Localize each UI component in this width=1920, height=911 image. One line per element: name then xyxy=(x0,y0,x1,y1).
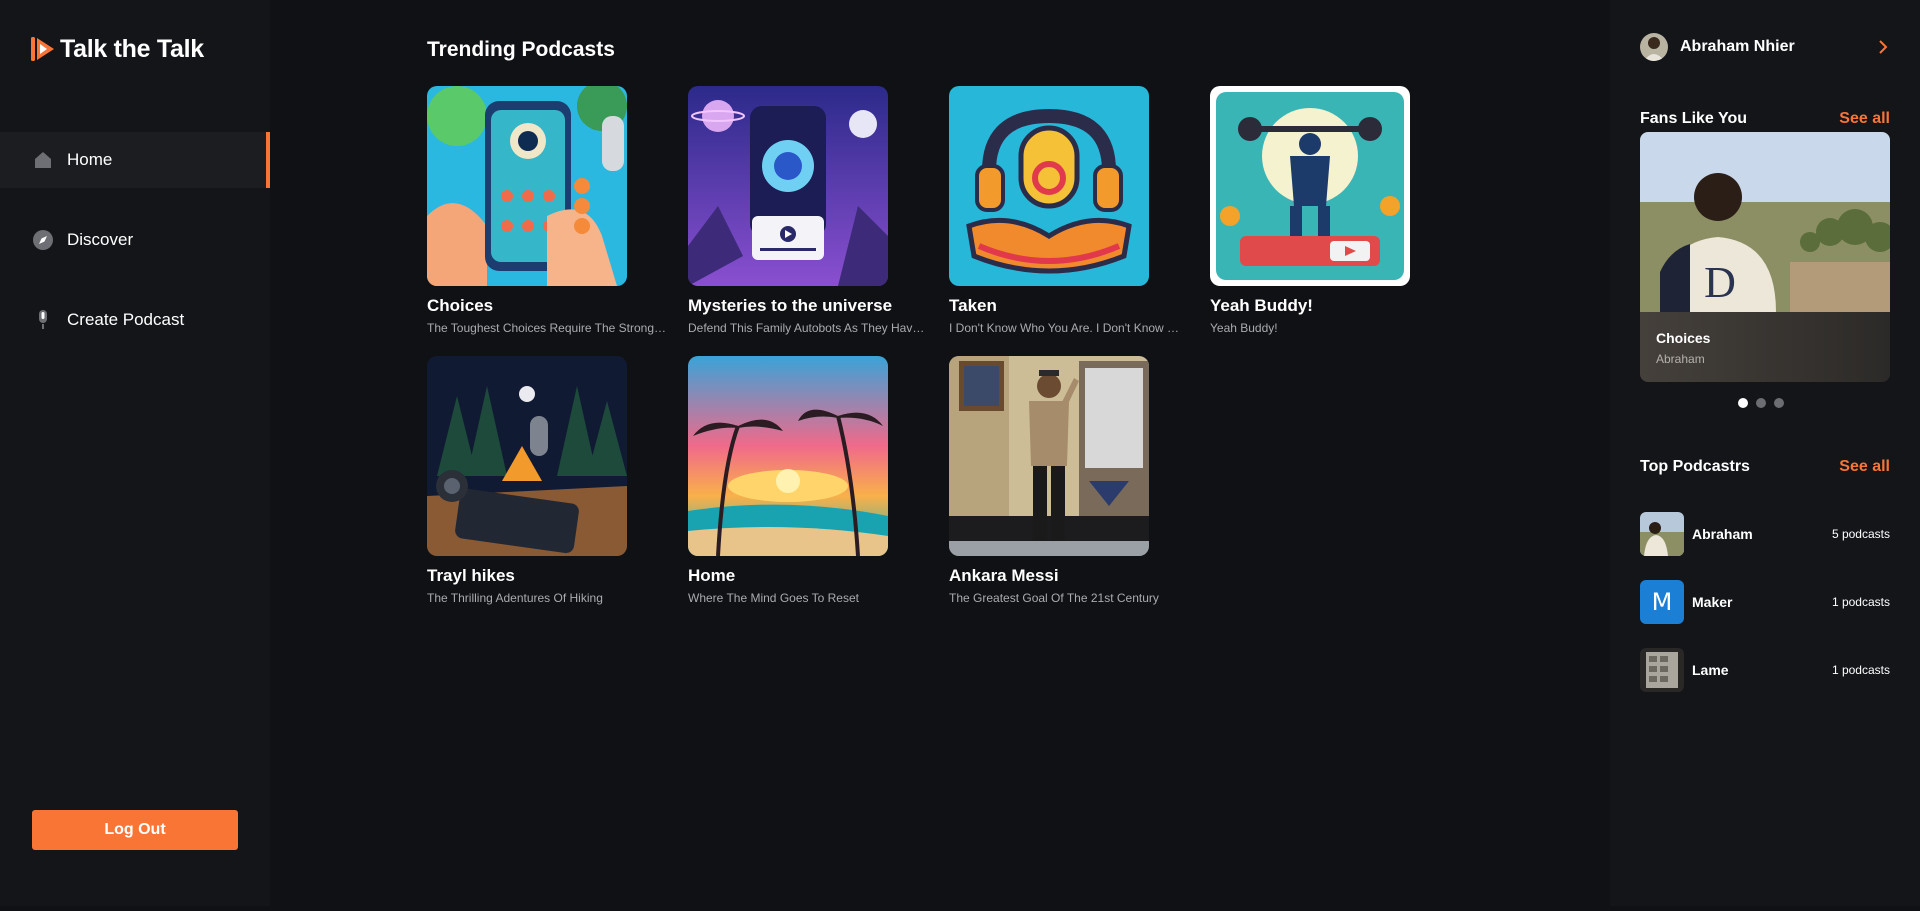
podcaster-avatar xyxy=(1640,512,1684,556)
top-podcaster-abraham[interactable]: Abraham 5 podcasts xyxy=(1640,512,1890,556)
podcaster-name: Maker xyxy=(1692,594,1733,610)
fan-carousel-card[interactable]: D Choices Abraham xyxy=(1640,132,1890,382)
podcast-title: Yeah Buddy! xyxy=(1210,296,1313,315)
fan-card-overlay: Choices Abraham xyxy=(1640,312,1890,382)
podcast-description: The Toughest Choices Require The Stronge… xyxy=(427,321,667,335)
podcast-title: Trayl hikes xyxy=(427,566,515,585)
podcast-cover-image xyxy=(688,86,888,286)
podcaster-name: Lame xyxy=(1692,662,1729,678)
section-title-trending: Trending Podcasts xyxy=(427,38,615,61)
home-icon xyxy=(32,149,54,171)
podcaster-count: 5 podcasts xyxy=(1831,527,1890,541)
svg-text:D: D xyxy=(1704,258,1736,307)
fans-header: Fans Like You See all xyxy=(1640,110,1890,128)
podcast-description: The Thrilling Adentures Of Hiking xyxy=(427,591,603,605)
podcast-card-trayl-hikes[interactable]: Trayl hikes The Thrilling Adentures Of H… xyxy=(427,356,647,605)
top-podcasters-see-all-link[interactable]: See all xyxy=(1839,458,1890,476)
fan-card-title: Choices xyxy=(1656,330,1711,346)
podcast-card-ankara-messi[interactable]: Ankara Messi The Greatest Goal Of The 21… xyxy=(949,356,1169,605)
compass-icon xyxy=(32,229,54,251)
podcast-title: Ankara Messi xyxy=(949,566,1059,585)
carousel-dot-1[interactable] xyxy=(1738,398,1748,408)
top-podcaster-maker[interactable]: M Maker 1 podcasts xyxy=(1640,580,1890,624)
podcast-title: Home xyxy=(688,566,736,585)
podcaster-avatar: M xyxy=(1640,580,1684,624)
top-podcaster-lame[interactable]: Lame 1 podcasts xyxy=(1640,648,1890,692)
fans-title: Fans Like You xyxy=(1640,110,1747,127)
profile-name: Abraham Nhier xyxy=(1680,38,1795,55)
app-name: Talk the Talk xyxy=(60,34,204,63)
profile-link[interactable]: Abraham Nhier xyxy=(1640,32,1890,62)
user-avatar xyxy=(1640,33,1668,61)
carousel-dots xyxy=(1738,398,1784,408)
podcast-description: I Don't Know Who You Are. I Don't Know W… xyxy=(949,321,1189,335)
podcast-title: Choices xyxy=(427,296,494,315)
logo-play-icon xyxy=(31,37,54,61)
nav-item-create-podcast[interactable]: Create Podcast xyxy=(0,292,270,348)
podcast-cover-image xyxy=(949,86,1149,286)
podcast-description: Yeah Buddy! xyxy=(1210,321,1278,335)
carousel-dot-3[interactable] xyxy=(1774,398,1784,408)
podcaster-count: 1 podcasts xyxy=(1831,663,1890,677)
podcaster-count: 1 podcasts xyxy=(1831,595,1890,609)
top-podcasters-header: Top Podcastrs See all xyxy=(1640,458,1890,476)
main-content: Trending Podcasts Choices The Toughest C… xyxy=(270,0,1610,906)
podcast-card-yeah-buddy[interactable]: Yeah Buddy! Yeah Buddy! xyxy=(1210,86,1430,335)
fan-card-author: Abraham xyxy=(1656,352,1705,366)
nav-item-discover[interactable]: Discover xyxy=(0,212,270,268)
podcast-card-mysteries[interactable]: Mysteries to the universe Defend This Fa… xyxy=(688,86,928,335)
main-nav: Home Discover Create Podcast xyxy=(0,132,270,372)
podcast-card-choices[interactable]: Choices The Toughest Choices Require The… xyxy=(427,86,667,335)
top-podcasters-list: Abraham 5 podcasts M Maker 1 podcasts La… xyxy=(1640,512,1890,716)
logout-button[interactable]: Log Out xyxy=(32,810,238,850)
podcast-cover-image xyxy=(427,356,627,556)
podcaster-name: Abraham xyxy=(1692,526,1753,542)
podcast-title: Mysteries to the universe xyxy=(688,296,893,315)
nav-item-home[interactable]: Home xyxy=(0,132,270,188)
microphone-icon xyxy=(32,309,54,331)
podcast-title: Taken xyxy=(949,296,997,315)
podcast-cover-image xyxy=(949,356,1149,556)
podcast-cover-image xyxy=(1210,86,1410,286)
podcast-description: Defend This Family Autobots As They Have… xyxy=(688,321,928,335)
nav-label-create-podcast: Create Podcast xyxy=(67,310,185,329)
app-logo[interactable]: Talk the Talk xyxy=(30,34,204,64)
podcast-cover-image xyxy=(688,356,888,556)
podcast-description: The Greatest Goal Of The 21st Century xyxy=(949,591,1159,605)
top-podcasters-title: Top Podcastrs xyxy=(1640,458,1750,475)
podcast-card-home[interactable]: Home Where The Mind Goes To Reset xyxy=(688,356,908,605)
right-panel: Abraham Nhier Fans Like You See all D Ch… xyxy=(1610,0,1920,906)
carousel-dot-2[interactable] xyxy=(1756,398,1766,408)
podcaster-avatar xyxy=(1640,648,1684,692)
podcast-description: Where The Mind Goes To Reset xyxy=(688,591,859,605)
nav-label-discover: Discover xyxy=(67,230,134,249)
podcast-cover-image xyxy=(427,86,627,286)
podcast-card-taken[interactable]: Taken I Don't Know Who You Are. I Don't … xyxy=(949,86,1189,335)
sidebar: Talk the Talk Home Discover Create Podca… xyxy=(0,0,270,906)
chevron-right-icon xyxy=(1879,40,1888,54)
fans-see-all-link[interactable]: See all xyxy=(1839,110,1890,128)
nav-label-home: Home xyxy=(67,150,113,169)
